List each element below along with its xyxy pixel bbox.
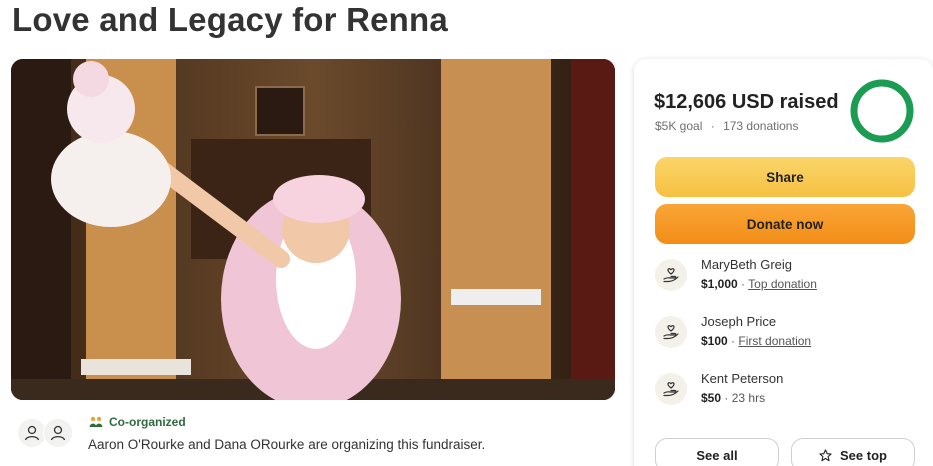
campaign-hero-image[interactable]: [11, 59, 615, 400]
organizer-avatar: [43, 418, 73, 448]
donor-amount: $1,000: [701, 277, 738, 291]
separator-dot: ·: [710, 119, 715, 133]
share-button[interactable]: Share: [655, 157, 915, 197]
donor-name: MaryBeth Greig: [701, 257, 793, 272]
progress-ring: [850, 79, 914, 143]
goal-amount: $5K goal: [655, 119, 703, 133]
donate-now-button[interactable]: Donate now: [655, 204, 915, 244]
donor-detail: $50 · 23 hrs: [701, 391, 766, 405]
donor-name: Kent Peterson: [701, 371, 784, 386]
organizer-section: Co-organized Aaron O'Rourke and Dana ORo…: [17, 412, 617, 462]
person-icon: [24, 425, 40, 441]
donor-detail: $1,000 · Top donation: [701, 277, 817, 291]
donation-sidebar: $12,606 USD raised $5K goal · 173 donati…: [634, 59, 933, 466]
organizer-text: Aaron O'Rourke and Dana ORourke are orga…: [88, 437, 486, 452]
donor-amount: $100: [701, 334, 728, 348]
first-donation-link[interactable]: First donation: [738, 334, 811, 348]
see-all-button[interactable]: See all: [655, 438, 779, 466]
goal-and-donations: $5K goal · 173 donations: [655, 119, 798, 133]
see-all-label: See all: [696, 447, 738, 463]
hero-photo: [11, 59, 615, 400]
donor-item: MaryBeth Greig $1,000 · Top donation: [655, 257, 915, 305]
star-icon: [819, 448, 832, 461]
co-organized-badge: Co-organized: [89, 415, 186, 429]
co-organized-label: Co-organized: [109, 415, 186, 429]
donation-hand-icon: [655, 259, 687, 291]
donor-name: Joseph Price: [701, 314, 777, 329]
see-top-label: See top: [840, 447, 887, 463]
donor-amount: $50: [701, 391, 722, 405]
donor-item: Joseph Price $100 · First donation: [655, 314, 915, 362]
donation-hand-icon: [655, 316, 687, 348]
top-donation-link[interactable]: Top donation: [748, 277, 817, 291]
donation-hand-icon: [655, 373, 687, 405]
donation-time: 23 hrs: [731, 391, 766, 405]
donor-detail: $100 · First donation: [701, 334, 812, 348]
see-top-button[interactable]: See top: [791, 438, 915, 466]
people-icon: [89, 416, 103, 427]
page-title: Love and Legacy for Renna: [12, 1, 448, 38]
person-icon: [50, 425, 66, 441]
amount-raised: $12,606 USD raised: [654, 91, 839, 113]
donation-count: 173 donations: [723, 119, 799, 133]
donor-item: Kent Peterson $50 · 23 hrs: [655, 371, 915, 419]
